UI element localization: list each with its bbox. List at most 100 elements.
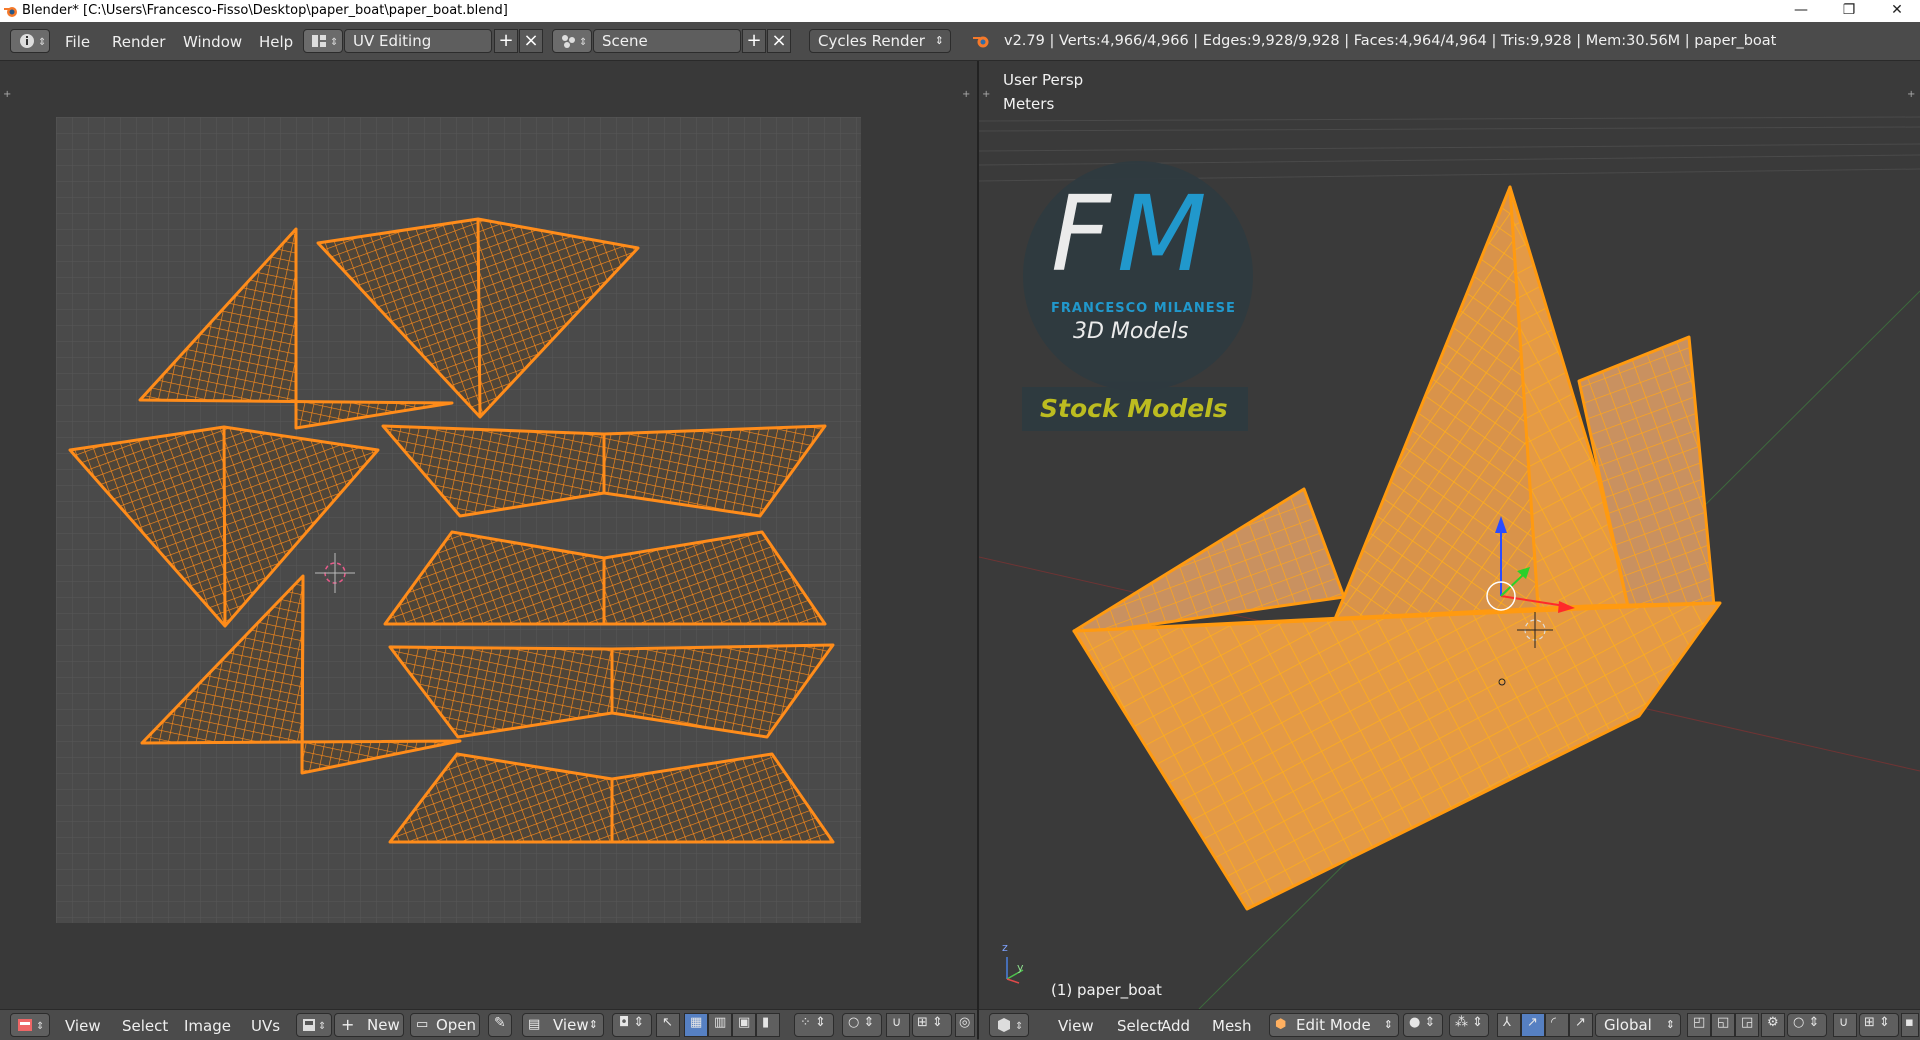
svg-text:⇕: ⇕ bbox=[38, 37, 46, 48]
scale-manipulator-button[interactable]: ↗ bbox=[1569, 1013, 1593, 1037]
manipulator-toggle-button[interactable]: ⅄ bbox=[1497, 1013, 1521, 1037]
logo-letter-f: F bbox=[1051, 173, 1111, 295]
scene-icon-button[interactable]: ⇕ bbox=[552, 29, 592, 53]
view-mode-icon: ▤ bbox=[528, 1017, 541, 1032]
rotate-manipulator-button[interactable]: ◜ bbox=[1545, 1013, 1569, 1037]
uv-image-editor[interactable]: + + bbox=[0, 61, 977, 1009]
axis-y-label: y bbox=[1017, 961, 1024, 974]
proportional-edit-icon: ○ ⇕ bbox=[1793, 1015, 1820, 1030]
editor-type-info-button[interactable]: ⇕ bbox=[10, 29, 50, 53]
boat-sail-left-face[interactable] bbox=[1333, 185, 1541, 623]
maximize-button[interactable]: ❐ bbox=[1826, 0, 1872, 22]
menu-help[interactable]: Help bbox=[259, 33, 293, 51]
new-image-label: New bbox=[367, 1016, 400, 1034]
minimize-button[interactable]: — bbox=[1778, 0, 1824, 22]
proportional-edit-icon: ○ ⇕ bbox=[848, 1015, 875, 1030]
3d-viewport[interactable]: + + User Persp Meters z y (1) paper_boat… bbox=[979, 61, 1920, 1009]
menu-select[interactable]: Select bbox=[122, 1017, 168, 1035]
menu-window[interactable]: Window bbox=[183, 33, 242, 51]
edge-select-button[interactable]: ▥ bbox=[708, 1013, 732, 1037]
snap-element-dropdown[interactable]: ⊞ ⇕ bbox=[912, 1013, 952, 1037]
menu-view[interactable]: View bbox=[65, 1017, 101, 1035]
menu-mesh[interactable]: Mesh bbox=[1212, 1017, 1252, 1035]
pin-image-button[interactable]: ✎ bbox=[488, 1013, 512, 1037]
svg-text:⇕: ⇕ bbox=[36, 1021, 44, 1032]
watermark-author: FRANCESCO MILANESE bbox=[1051, 301, 1236, 316]
translate-manipulator-button[interactable]: ↗ bbox=[1521, 1013, 1545, 1037]
image-icon: ⇕ bbox=[303, 1019, 326, 1032]
watermark-subtitle: 3D Models bbox=[1073, 319, 1189, 344]
overflow-menu-button[interactable]: ◎ bbox=[955, 1013, 975, 1037]
open-image-button[interactable]: ▭ Open bbox=[410, 1013, 480, 1037]
3d-view-icon: ⇕ bbox=[998, 1018, 1023, 1032]
face-select-button[interactable]: ◲ bbox=[1735, 1013, 1759, 1037]
editor-type-button[interactable]: ⇕ bbox=[10, 1013, 50, 1037]
edit-mode-icon: ⬢ bbox=[1275, 1017, 1287, 1032]
boat-back-left-face[interactable] bbox=[1072, 487, 1346, 633]
occlude-geometry-icon: ⚙ bbox=[1767, 1015, 1779, 1030]
view-mode-label: View bbox=[553, 1016, 589, 1034]
dropdown-arrows-icon: ⇕ bbox=[934, 34, 944, 47]
snap-element-dropdown[interactable]: ⊞ ⇕ bbox=[1859, 1013, 1899, 1037]
vertex-select-button[interactable]: ◰ bbox=[1687, 1013, 1711, 1037]
view-mode-dropdown[interactable]: ▤ View ⇕ bbox=[522, 1013, 604, 1037]
sticky-selection-button[interactable]: ↖ bbox=[656, 1013, 680, 1037]
3d-view-header: ⇕ View Select Add Mesh ⬢ Edit Mode ⇕ ● ⇕… bbox=[979, 1009, 1920, 1040]
add-scene-button[interactable]: + bbox=[742, 29, 766, 53]
svg-text:⇕: ⇕ bbox=[318, 1021, 326, 1032]
close-button[interactable]: ✕ bbox=[1874, 0, 1920, 22]
menu-uvs[interactable]: UVs bbox=[251, 1017, 280, 1035]
uv-seam-line bbox=[476, 218, 482, 418]
menu-image[interactable]: Image bbox=[184, 1017, 231, 1035]
edge-select-icon: ◱ bbox=[1717, 1015, 1730, 1030]
snap-toggle-button[interactable]: ∪ bbox=[1833, 1013, 1857, 1037]
face-select-button[interactable]: ▣ bbox=[732, 1013, 756, 1037]
open-image-label: Open bbox=[436, 1016, 477, 1034]
snap-element-icon: ⊞ ⇕ bbox=[1864, 1015, 1890, 1030]
translate-arrow-icon: ↗ bbox=[1527, 1015, 1538, 1030]
proportional-edit-dropdown[interactable]: ○ ⇕ bbox=[1787, 1013, 1827, 1037]
blender-logo-icon bbox=[973, 36, 989, 48]
menu-render[interactable]: Render bbox=[112, 33, 165, 51]
screen-layout-field[interactable]: UV Editing bbox=[344, 29, 492, 53]
overflow-menu-button[interactable]: ▪ bbox=[1901, 1013, 1919, 1037]
image-browse-button[interactable]: ⇕ bbox=[296, 1013, 332, 1037]
pivot-dropdown[interactable]: ◘ ⇕ bbox=[612, 1013, 652, 1037]
viewport-shading-dropdown[interactable]: ● ⇕ bbox=[1403, 1013, 1443, 1037]
info-header: ⇕ File Render Window Help ⇕ UV Editing +… bbox=[0, 22, 1920, 61]
transform-orientation-dropdown[interactable]: Global ⇕ bbox=[1595, 1013, 1681, 1037]
plus-icon: + bbox=[341, 1015, 355, 1034]
island-select-button[interactable]: ▮ bbox=[756, 1013, 780, 1037]
menu-add[interactable]: Add bbox=[1161, 1017, 1190, 1035]
pivot-point-dropdown[interactable]: ⁂ ⇕ bbox=[1449, 1013, 1489, 1037]
render-engine-dropdown[interactable]: Cycles Render ⇕ bbox=[809, 29, 951, 53]
interaction-mode-dropdown[interactable]: ⬢ Edit Mode ⇕ bbox=[1269, 1013, 1399, 1037]
uv-canvas[interactable] bbox=[0, 61, 977, 1009]
uv-seam-line bbox=[300, 575, 305, 774]
delete-scene-button[interactable]: × bbox=[767, 29, 791, 53]
proportional-edit-dropdown[interactable]: ○ ⇕ bbox=[842, 1013, 882, 1037]
screen-layout-icon-button[interactable]: ⇕ bbox=[303, 29, 343, 53]
vertex-select-icon: ▦ bbox=[690, 1015, 703, 1030]
menu-select[interactable]: Select bbox=[1117, 1017, 1163, 1035]
boat-hull-face[interactable] bbox=[1072, 601, 1722, 911]
render-engine-label: Cycles Render bbox=[818, 32, 925, 50]
sticky-mode-dropdown[interactable]: ⁘ ⇕ bbox=[794, 1013, 834, 1037]
edge-select-button[interactable]: ◱ bbox=[1711, 1013, 1735, 1037]
folder-icon: ▭ bbox=[416, 1017, 429, 1032]
pivot-icon: ◘ ⇕ bbox=[619, 1015, 645, 1030]
new-image-button[interactable]: + New bbox=[334, 1013, 404, 1037]
occlude-geometry-button[interactable]: ⚙ bbox=[1761, 1013, 1785, 1037]
editor-type-button[interactable]: ⇕ bbox=[989, 1013, 1029, 1037]
delete-screen-button[interactable]: × bbox=[519, 29, 543, 53]
menu-view[interactable]: View bbox=[1058, 1017, 1094, 1035]
add-screen-button[interactable]: + bbox=[494, 29, 518, 53]
magnet-icon: ∪ bbox=[892, 1015, 902, 1030]
face-select-icon: ▣ bbox=[738, 1015, 751, 1030]
svg-text:⇕: ⇕ bbox=[330, 37, 338, 48]
uv-seam-line bbox=[222, 426, 227, 627]
snap-toggle-button[interactable]: ∪ bbox=[886, 1013, 910, 1037]
scene-field[interactable]: Scene bbox=[593, 29, 741, 53]
vertex-select-button[interactable]: ▦ bbox=[684, 1013, 708, 1037]
menu-file[interactable]: File bbox=[65, 33, 90, 51]
